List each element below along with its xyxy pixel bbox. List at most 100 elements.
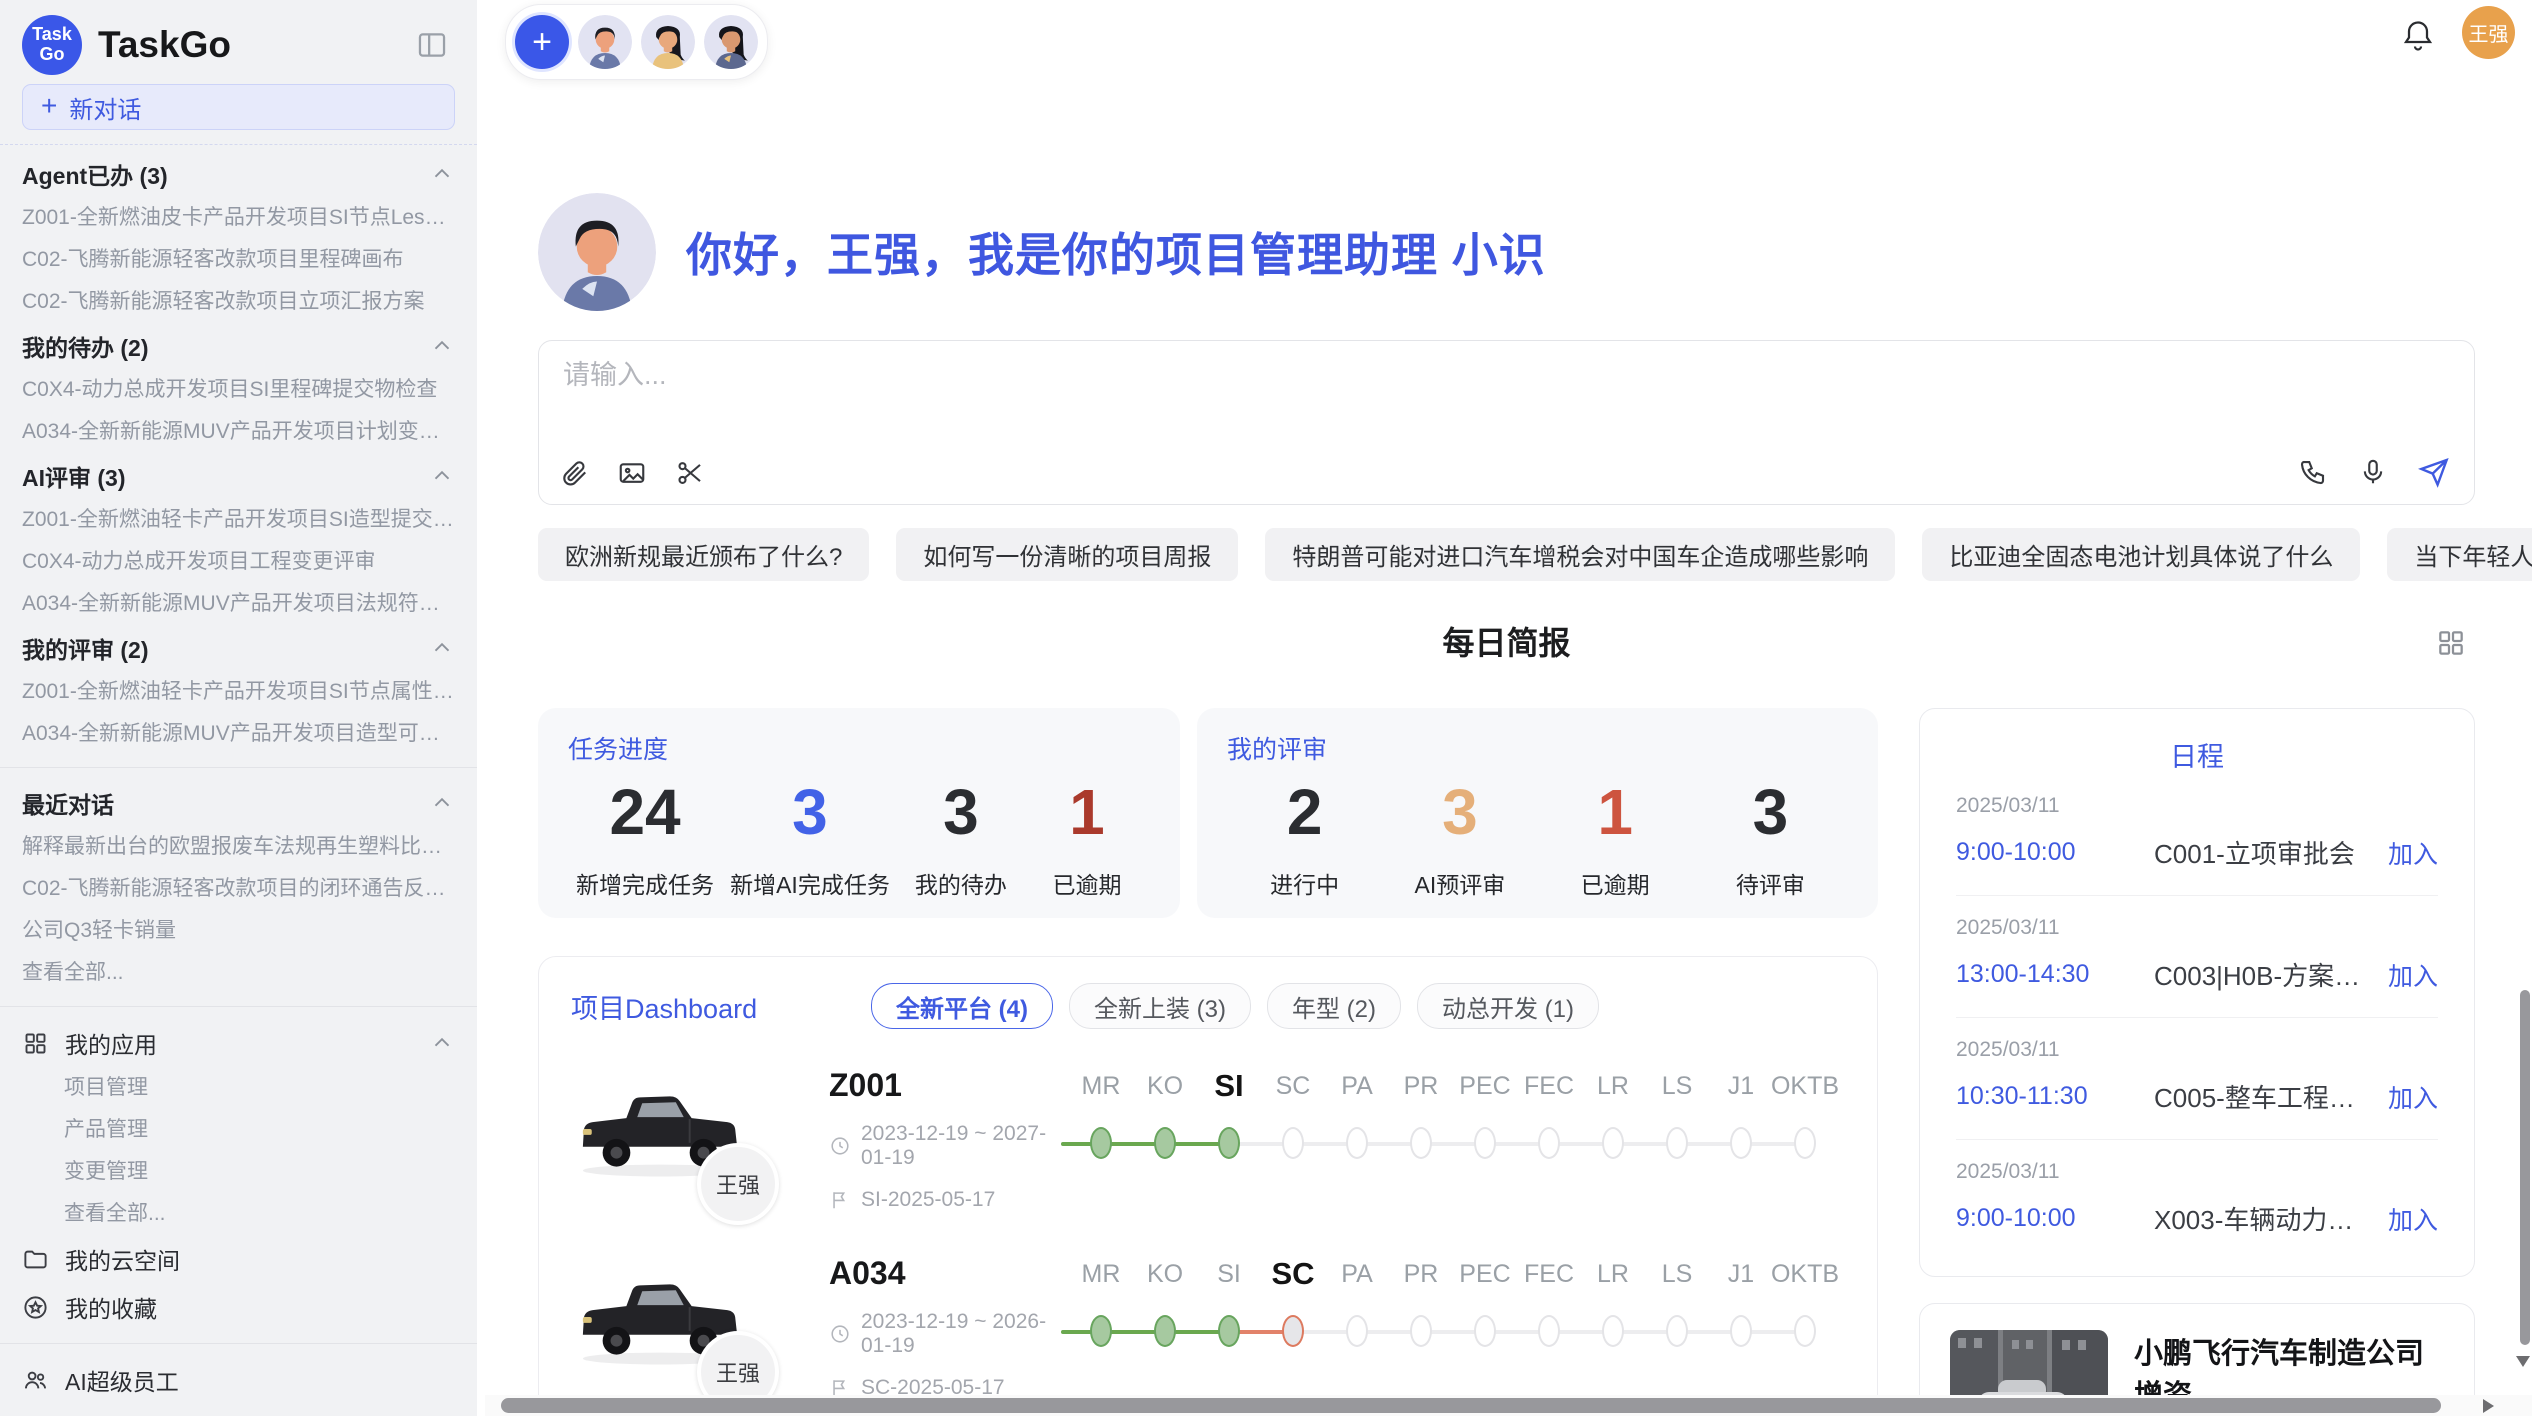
milestone-track: MRKOSISCPAPRPECFECLRLSJ1OKTB xyxy=(1069,1253,1841,1349)
image-upload-icon[interactable] xyxy=(617,458,647,488)
sidebar-task-item[interactable]: C02-飞腾新能源轻客改款项目立项汇报方案 xyxy=(22,281,455,323)
dashboard-tab[interactable]: 年型 (2) xyxy=(1267,983,1401,1029)
sidebar-task-item[interactable]: Z001-全新燃油皮卡产品开发项目SI节点Lesson Learn报告 xyxy=(22,197,455,239)
dashboard-tab[interactable]: 动总开发 (1) xyxy=(1417,983,1599,1029)
vertical-scrollbar[interactable] xyxy=(2518,0,2532,1395)
sidebar-item-folder[interactable]: 我的云空间 xyxy=(22,1235,455,1283)
sidebar-app-item[interactable]: 项目管理 xyxy=(22,1067,455,1109)
stat-label: 进行中 xyxy=(1250,866,1360,900)
sidebar-section-header-recent[interactable]: 最近对话 xyxy=(22,780,455,826)
sidebar-task-item[interactable]: C0X4-动力总成开发项目工程变更评审 xyxy=(22,541,455,583)
send-icon[interactable] xyxy=(2418,456,2450,488)
sidebar-app-item[interactable]: 产品管理 xyxy=(22,1109,455,1151)
agent-avatar[interactable] xyxy=(704,15,758,69)
chevron-up-icon xyxy=(429,463,455,489)
sidebar-task-item[interactable]: A034-全新新能源MUV产品开发项目造型可行性评审 xyxy=(22,713,455,755)
sidebar-section-header[interactable]: 我的待办 (2) xyxy=(22,323,455,369)
event-date: 2025/03/11 xyxy=(1956,794,2438,818)
project-row[interactable]: 王强Z0012023-12-19 ~ 2027-01-19SI-2025-05-… xyxy=(571,1065,1877,1217)
dashboard-title: 项目Dashboard xyxy=(571,987,871,1026)
phone-icon[interactable] xyxy=(2298,457,2328,487)
suggestion-chip[interactable]: 当下年轻人对汽车外观有怎样的喜好趋势 xyxy=(2387,528,2532,581)
milestone-track: MRKOSISCPAPRPECFECLRLSJ1OKTB xyxy=(1069,1065,1841,1161)
sidebar-task-item[interactable]: C02-飞腾新能源轻客改款项目里程碑画布 xyxy=(22,239,455,281)
sidebar-task-item[interactable]: A034-全新新能源MUV产品开发项目法规符合性评审 xyxy=(22,583,455,625)
add-agent-button[interactable]: + xyxy=(515,15,569,69)
sidebar-recent-item[interactable]: C02-飞腾新能源轻客改款项目的闭环通告反馈情况 xyxy=(22,868,455,910)
milestone-label-col: FEC xyxy=(1517,1255,1581,1293)
event-row: 9:00-10:00X003-车辆动力学性能验...加入 xyxy=(1956,1200,2438,1237)
stat-item: 3我的待办 xyxy=(906,776,1016,900)
sidebar-item-my-apps[interactable]: 我的应用 xyxy=(22,1019,455,1067)
chat-input[interactable] xyxy=(561,359,2165,392)
milestone-label-col: LS xyxy=(1645,1067,1709,1105)
project-node-text: SI-2025-05-17 xyxy=(861,1188,995,1212)
sidebar-collapse-icon[interactable] xyxy=(415,25,455,65)
stats-items: 24新增完成任务3新增AI完成任务3我的待办1已逾期 xyxy=(568,776,1150,900)
sidebar-section-header[interactable]: AI评审 (3) xyxy=(22,453,455,499)
suggestion-chip[interactable]: 如何写一份清晰的项目周报 xyxy=(896,528,1238,581)
stat-item: 24 新增完成任务 xyxy=(576,776,714,900)
milestone-label: MR xyxy=(1082,1067,1121,1105)
scroll-down-arrow-icon[interactable] xyxy=(2516,1356,2530,1367)
milestone-label-col: OKTB xyxy=(1773,1255,1837,1293)
project-dashboard-card: 项目Dashboard 全新平台 (4) 全新上装 (3) 年型 (2) 动总开发 (… xyxy=(538,956,1878,1416)
sidebar-task-item[interactable]: C0X4-动力总成开发项目SI里程碑提交物检查 xyxy=(22,369,455,411)
milestone-dot-sc xyxy=(1282,1315,1304,1347)
sidebar-tool-people[interactable]: AI超级员工 xyxy=(22,1356,455,1404)
suggestion-chip[interactable]: 比亚迪全固态电池计划具体说了什么 xyxy=(1922,528,2360,581)
event-join-link[interactable]: 加入 xyxy=(2388,1079,2438,1115)
horizontal-scrollbar[interactable] xyxy=(485,1395,2532,1416)
milestone-dot-sc xyxy=(1282,1127,1304,1159)
milestone-line-track xyxy=(1069,1315,1841,1349)
milestone-label-col: PR xyxy=(1389,1255,1453,1293)
suggestion-chip[interactable]: 特朗普可能对进口汽车增税会对中国车企造成哪些影响 xyxy=(1265,528,1895,581)
milestone-dots xyxy=(1069,1127,1837,1159)
sidebar-tool-write[interactable]: 帮我写作 xyxy=(22,1404,455,1416)
sidebar-item-star[interactable]: 我的收藏 xyxy=(22,1283,455,1331)
event-join-link[interactable]: 加入 xyxy=(2388,957,2438,993)
milestone-label: SI xyxy=(1217,1255,1241,1293)
agent-avatar[interactable] xyxy=(578,15,632,69)
notification-bell-icon[interactable] xyxy=(2400,16,2440,56)
sidebar-app-item[interactable]: 变更管理 xyxy=(22,1151,455,1193)
event-join-link[interactable]: 加入 xyxy=(2388,1201,2438,1237)
sidebar-task-item[interactable]: Z001-全新燃油轻卡产品开发项目SI造型提交物评审 xyxy=(22,499,455,541)
scissors-icon[interactable] xyxy=(675,458,705,488)
milestone-dot-col xyxy=(1069,1127,1133,1159)
microphone-icon[interactable] xyxy=(2358,457,2388,487)
dashboard-tab[interactable]: 全新平台 (4) xyxy=(871,983,1053,1029)
milestone-dot-pr xyxy=(1410,1127,1432,1159)
section-label: 我的待办 (2) xyxy=(22,329,149,363)
sidebar-section-header[interactable]: 我的评审 (2) xyxy=(22,625,455,671)
milestone-label: OKTB xyxy=(1771,1255,1839,1293)
new-chat-button[interactable]: + 新对话 xyxy=(22,84,455,130)
stat-value: 24 xyxy=(576,776,714,850)
event-join-link[interactable]: 加入 xyxy=(2388,835,2438,871)
attach-file-icon[interactable] xyxy=(559,458,589,488)
scroll-right-arrow-icon[interactable] xyxy=(2483,1399,2494,1413)
sidebar-section-header[interactable]: Agent已办 (3) xyxy=(22,151,455,197)
view-all-apps-link[interactable]: 查看全部... xyxy=(22,1193,455,1235)
suggestion-chip[interactable]: 欧洲新规最近颁布了什么? xyxy=(538,528,869,581)
layout-grid-icon[interactable] xyxy=(2435,627,2467,659)
agent-avatar[interactable] xyxy=(641,15,695,69)
my-apps-label: 我的应用 xyxy=(65,1026,413,1060)
vertical-scrollbar-thumb[interactable] xyxy=(2520,990,2530,1345)
project-row[interactable]: 王强A0342023-12-19 ~ 2026-01-19SC-2025-05-… xyxy=(571,1253,1877,1405)
sidebar: Task Go TaskGo + 新对话 Agent已办 (3)Z001-全新燃… xyxy=(0,0,477,1416)
sidebar-task-item[interactable]: Z001-全新燃油轻卡产品开发项目SI节点属性5D文件评审 xyxy=(22,671,455,713)
milestone-label-col: SC xyxy=(1261,1255,1325,1293)
user-avatar[interactable]: 王强 xyxy=(2462,6,2515,59)
stat-value: 1 xyxy=(1560,776,1670,850)
view-all-conversations-link[interactable]: 查看全部... xyxy=(22,952,455,994)
sidebar-task-item[interactable]: A034-全新新能源MUV产品开发项目计划变更表编写 xyxy=(22,411,455,453)
event-name: X003-车辆动力学性能验... xyxy=(2154,1200,2372,1237)
sidebar-recent-item[interactable]: 解释最新出台的欧盟报废车法规再生塑料比例被调至15%... xyxy=(22,826,455,868)
greeting-text: 你好，王强，我是你的项目管理助理 小识 xyxy=(686,219,1546,285)
horizontal-scrollbar-thumb[interactable] xyxy=(501,1398,2441,1413)
stat-item: 1已逾期 xyxy=(1560,776,1670,900)
sidebar-recent-item[interactable]: 公司Q3轻卡销量 xyxy=(22,910,455,952)
dashboard-tab[interactable]: 全新上装 (3) xyxy=(1069,983,1251,1029)
stat-label: 新增完成任务 xyxy=(576,866,714,900)
